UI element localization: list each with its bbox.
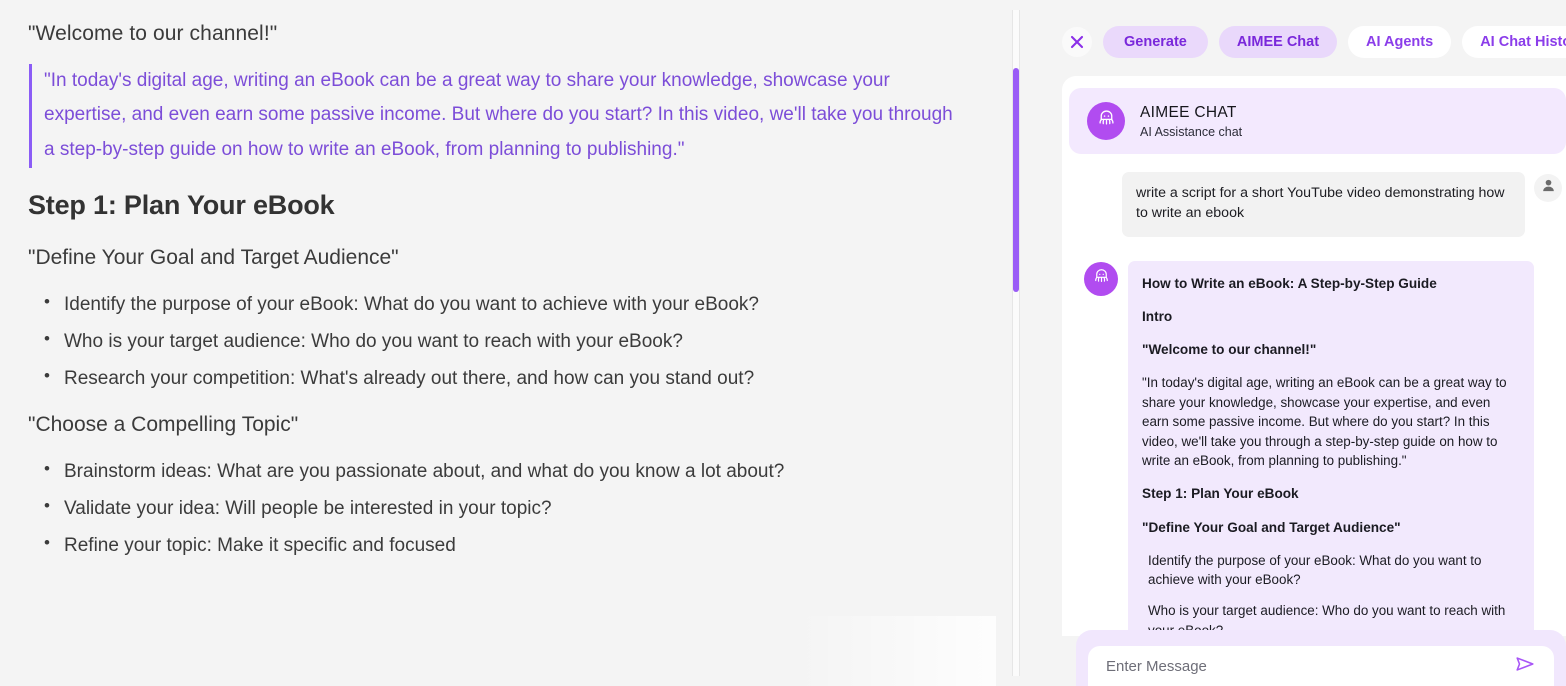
chat-panel: Generate AIMEE Chat AI Agents AI Chat Hi… [1036, 0, 1566, 686]
document-intro-quote: "Welcome to our channel!" [28, 22, 278, 45]
list-item: Identify the purpose of your eBook: What… [44, 286, 956, 322]
document-list-goal: Identify the purpose of your eBook: What… [28, 286, 956, 396]
list-item: Who is your target audience: Who do you … [44, 323, 956, 359]
assistant-block-title: How to Write an eBook: A Step-by-Step Gu… [1142, 276, 1437, 292]
aimee-title: AIMEE CHAT [1140, 103, 1237, 121]
tab-label: Generate [1124, 33, 1187, 50]
chat-message-list[interactable]: write a script for a short YouTube video… [1062, 154, 1566, 636]
aimee-avatar [1087, 102, 1125, 140]
list-item: Refine your topic: Make it specific and … [44, 527, 956, 563]
document-step1-heading: Step 1: Plan Your eBook [28, 190, 335, 221]
message-input[interactable] [1104, 656, 1512, 676]
assistant-list-item: Identify the purpose of your eBook: What… [1148, 552, 1482, 587]
document-pane: "Welcome to our channel!" "In today's di… [0, 0, 996, 686]
assistant-block-paragraph: "In today's digital age, writing an eBoo… [1142, 375, 1507, 469]
assistant-message-bubble: How to Write an eBook: A Step-by-Step Gu… [1128, 261, 1534, 636]
octopus-icon [1092, 267, 1111, 291]
document-list-topic: Brainstorm ideas: What are you passionat… [28, 453, 956, 563]
tab-ai-agents[interactable]: AI Agents [1348, 25, 1452, 58]
aimee-subtitle: AI Assistance chat [1140, 125, 1243, 140]
chat-message-assistant: How to Write an eBook: A Step-by-Step Gu… [1062, 237, 1566, 636]
tab-aimee-chat[interactable]: AIMEE Chat [1218, 25, 1338, 58]
send-paper-plane-icon [1514, 653, 1536, 680]
user-avatar-icon [1540, 177, 1557, 199]
chat-card: AIMEE CHAT AI Assistance chat write a sc… [1062, 76, 1566, 636]
composer-input-wrap[interactable] [1088, 646, 1554, 686]
assistant-avatar [1084, 262, 1118, 297]
document-scrollbar[interactable] [996, 0, 1036, 686]
app-root: "Welcome to our channel!" "In today's di… [0, 0, 1566, 686]
assistant-block-define: "Define Your Goal and Target Audience" [1142, 519, 1401, 535]
list-item: Brainstorm ideas: What are you passionat… [44, 453, 956, 489]
octopus-icon [1096, 108, 1117, 134]
document-content: "Welcome to our channel!" "In today's di… [0, 0, 996, 563]
tab-label: AIMEE Chat [1236, 33, 1320, 50]
user-message-bubble: write a script for a short YouTube video… [1122, 172, 1525, 238]
tab-generate[interactable]: Generate [1103, 25, 1208, 58]
aimee-chat-header: AIMEE CHAT AI Assistance chat [1069, 88, 1566, 154]
tab-ai-chat-history[interactable]: AI Chat History [1462, 25, 1566, 58]
user-avatar [1534, 174, 1562, 202]
close-icon [1070, 35, 1084, 49]
aimee-header-meta: AIMEE CHAT AI Assistance chat [1140, 103, 1242, 139]
document-bottom-fade [796, 616, 996, 686]
scrollbar-thumb[interactable] [1013, 68, 1019, 292]
send-button[interactable] [1512, 653, 1538, 679]
chat-composer [1076, 630, 1566, 686]
assistant-block-welcome: "Welcome to our channel!" [1142, 342, 1317, 358]
tab-label: AI Chat History [1480, 33, 1566, 50]
close-button[interactable] [1062, 26, 1092, 57]
assistant-block-step1: Step 1: Plan Your eBook [1142, 486, 1299, 502]
tab-label: AI Agents [1366, 33, 1434, 50]
list-item: Research your competition: What's alread… [44, 360, 956, 396]
assistant-block-intro: Intro [1142, 309, 1173, 325]
chat-message-user: write a script for a short YouTube video… [1062, 172, 1566, 238]
document-subheading-goal: "Define Your Goal and Target Audience" [28, 246, 399, 270]
document-blockquote: "In today's digital age, writing an eBoo… [29, 63, 956, 169]
list-item: Validate your idea: Will people be inter… [44, 490, 956, 526]
document-subheading-topic: "Choose a Compelling Topic" [28, 413, 299, 437]
chat-tab-bar: Generate AIMEE Chat AI Agents AI Chat Hi… [1036, 24, 1566, 59]
